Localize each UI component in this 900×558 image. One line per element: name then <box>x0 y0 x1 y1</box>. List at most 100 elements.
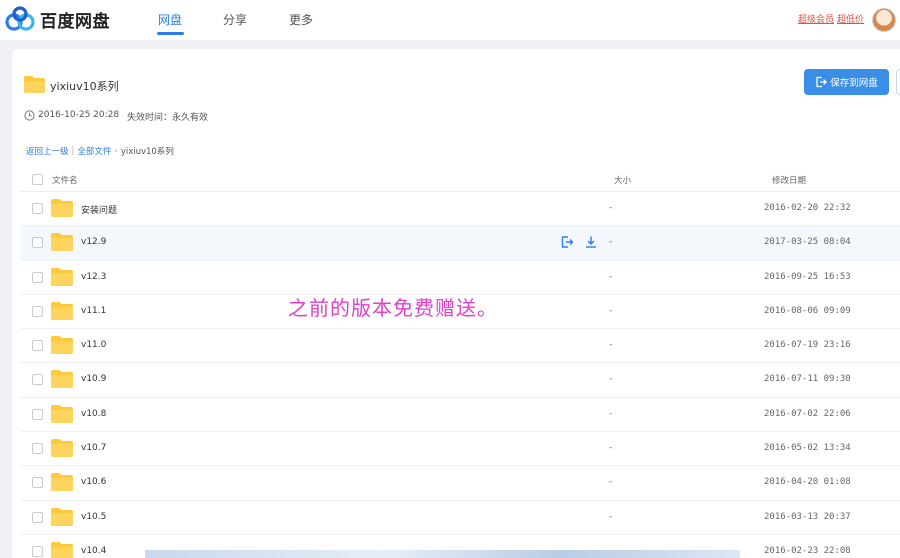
folder-icon <box>51 267 73 290</box>
file-size: - <box>609 340 613 351</box>
file-modified-date: 2016-02-20 22:32 <box>764 203 851 213</box>
file-list: 安装问题 - 2016-02-20 22:32 v12.9 - 2017-03-25 08… <box>20 192 900 558</box>
file-row[interactable]: v10.8 - 2016-07-02 22:06 <box>20 398 900 433</box>
download-icon[interactable] <box>584 235 598 249</box>
logo-text: 百度网盘 <box>40 11 110 32</box>
file-modified-date: 2016-08-06 09:09 <box>764 305 851 316</box>
folder-icon <box>51 336 73 358</box>
file-row[interactable]: v10.5 - 2016-03-13 20:37 <box>20 501 900 535</box>
folder-icon <box>51 473 73 495</box>
breadcrumb-chevron-icon: › <box>114 146 118 156</box>
save-to-netdisk-button[interactable]: 保存到网盘 <box>804 69 889 95</box>
row-checkbox[interactable] <box>32 340 43 352</box>
file-modified-date: 2016-02-23 22:08 <box>764 545 851 556</box>
file-name[interactable]: v10.8 <box>81 409 106 419</box>
top-nav-bar: 百度网盘 网盘 分享 更多 超级会员 超低价 <box>0 0 900 40</box>
file-size: - <box>609 477 613 488</box>
breadcrumb-current: yixiuv10系列 <box>120 147 174 157</box>
file-size: - <box>609 203 613 213</box>
overlay-caption: 之前的版本免费赠送。 <box>288 296 498 320</box>
file-name[interactable]: v10.6 <box>81 477 106 487</box>
file-modified-date: 2016-05-02 13:34 <box>764 443 851 454</box>
row-checkbox[interactable] <box>32 511 43 523</box>
file-name[interactable]: v12.3 <box>81 272 106 282</box>
more-options-button[interactable] <box>896 69 900 95</box>
folder-icon <box>51 199 73 221</box>
row-checkbox[interactable] <box>32 305 43 317</box>
file-row[interactable]: v10.7 - 2016-05-02 13:34 <box>20 432 900 467</box>
folder-icon <box>24 76 45 93</box>
clock-icon <box>24 110 35 121</box>
bottom-banner-image <box>145 550 740 558</box>
file-name[interactable]: v12.9 <box>81 237 106 247</box>
folder-icon <box>51 507 73 530</box>
nav-item-netdisk[interactable]: 网盘 <box>158 11 182 28</box>
file-name[interactable]: v11.1 <box>81 306 106 316</box>
row-actions <box>560 235 598 249</box>
file-modified-date: 2017-03-25 08:04 <box>764 237 851 248</box>
share-expire-time: 失效时间：永久有效 <box>127 113 209 123</box>
file-size: - <box>609 237 613 248</box>
file-name[interactable]: v10.5 <box>81 512 106 522</box>
folder-icon <box>51 233 73 255</box>
file-size: - <box>609 511 613 522</box>
file-row[interactable]: v10.9 - 2016-07-11 09:30 <box>20 363 900 398</box>
row-checkbox[interactable] <box>32 545 43 557</box>
row-checkbox[interactable] <box>32 374 43 386</box>
row-checkbox[interactable] <box>32 477 43 489</box>
file-modified-date: 2016-07-02 22:06 <box>764 408 851 419</box>
file-modified-date: 2016-07-19 23:16 <box>764 340 851 351</box>
file-name[interactable]: v10.4 <box>81 546 106 556</box>
row-checkbox[interactable] <box>32 271 43 283</box>
file-row[interactable]: v10.6 - 2016-04-20 01:08 <box>20 466 900 501</box>
file-row[interactable]: v12.9 - 2017-03-25 08:04 <box>20 226 900 261</box>
file-modified-date: 2016-09-25 16:53 <box>764 271 851 282</box>
low-price-link[interactable]: 超低价 <box>837 12 864 25</box>
breadcrumb: 返回上一级 | 全部文件 › yixiuv10系列 <box>26 145 174 157</box>
file-size: - <box>609 408 613 419</box>
row-checkbox[interactable] <box>32 408 43 420</box>
file-modified-date: 2016-04-20 01:08 <box>764 477 851 488</box>
file-modified-date: 2016-07-11 09:30 <box>764 374 851 385</box>
file-row[interactable]: v12.3 - 2016-09-25 16:53 <box>20 261 900 295</box>
row-checkbox[interactable] <box>32 203 43 214</box>
save-icon <box>816 76 828 88</box>
file-modified-date: 2016-03-13 20:37 <box>764 511 851 522</box>
file-size: - <box>609 305 613 316</box>
breadcrumb-all-files-link[interactable]: 全部文件 <box>77 145 111 157</box>
row-checkbox[interactable] <box>32 237 43 249</box>
file-size: - <box>609 271 613 282</box>
folder-icon <box>51 541 73 558</box>
file-size: - <box>609 374 613 385</box>
column-header-size[interactable]: 大小 <box>614 174 631 186</box>
folder-icon <box>51 370 73 392</box>
nav-item-more[interactable]: 更多 <box>289 11 313 28</box>
share-date: 2016-10-25 20:28 <box>38 110 120 120</box>
cloud-logo-icon <box>5 6 35 31</box>
breadcrumb-divider: | <box>71 146 75 156</box>
column-header-name[interactable]: 文件名 <box>52 174 78 186</box>
file-name[interactable]: v10.7 <box>81 443 106 453</box>
row-checkbox[interactable] <box>32 443 43 455</box>
breadcrumb-back-link[interactable]: 返回上一级 <box>26 145 69 157</box>
save-to-netdisk-icon[interactable] <box>560 235 574 249</box>
select-all-checkbox[interactable] <box>32 174 43 185</box>
folder-icon <box>51 439 73 461</box>
folder-icon <box>51 404 73 427</box>
file-name[interactable]: v10.9 <box>81 374 106 384</box>
file-row[interactable]: v11.0 - 2016-07-19 23:16 <box>20 329 900 364</box>
file-table-header: 文件名 大小 修改日期 <box>20 167 900 192</box>
column-header-date[interactable]: 修改日期 <box>772 174 806 186</box>
nav-active-indicator <box>157 32 184 35</box>
nav-item-share[interactable]: 分享 <box>223 11 247 28</box>
super-vip-link[interactable]: 超级会员 <box>798 12 834 25</box>
file-row[interactable]: 安装问题 - 2016-02-20 22:32 <box>20 192 900 227</box>
file-name[interactable]: 安装问题 <box>81 203 117 216</box>
file-size: - <box>609 443 613 454</box>
share-title: yixiuv10系列 <box>50 80 119 93</box>
folder-icon <box>51 301 73 324</box>
save-button-label: 保存到网盘 <box>830 78 878 89</box>
baidu-netdisk-logo[interactable]: 百度网盘 <box>4 6 110 32</box>
file-name[interactable]: v11.0 <box>81 340 106 350</box>
user-avatar[interactable] <box>872 8 896 32</box>
